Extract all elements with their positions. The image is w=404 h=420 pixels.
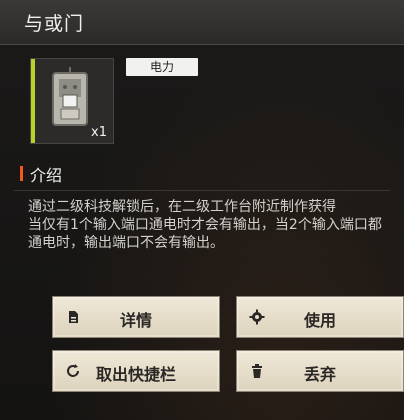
details-button-label: 详情 (119, 311, 152, 330)
description-line-2: 当仅有1个输入端口通电时才会有输出，当2个输入端口都通电时，输出端口不会有输出。 (28, 217, 382, 251)
remove-from-hotbar-button[interactable]: 取出快捷栏 (52, 350, 220, 392)
use-button[interactable]: 使用 (236, 296, 404, 338)
discard-button-label: 丢弃 (303, 365, 336, 384)
category-tag: 电力 (126, 58, 198, 76)
divider (14, 190, 390, 191)
item-slot[interactable]: x1 (30, 58, 114, 144)
discard-button[interactable]: 丢弃 (236, 350, 404, 392)
panel-title: 与或门 (24, 13, 85, 35)
item-description: 通过二级科技解锁后，在二级工作台附近制作获得 当仅有1个输入端口通电时才会有输出… (28, 198, 388, 252)
item-detail-panel: 与或门 x1 电力 介绍 通过二级科技解锁后，在二级工作台附近制作获得 当仅有1… (0, 0, 404, 420)
section-title: 介绍 (30, 166, 63, 185)
description-line-1: 通过二级科技解锁后，在二级工作台附近制作获得 (28, 199, 336, 215)
details-button[interactable]: 详情 (52, 296, 220, 338)
section-marker (20, 166, 23, 181)
rarity-accent-bar (31, 59, 35, 143)
use-button-label: 使用 (303, 311, 336, 330)
title-bar: 与或门 (0, 0, 404, 45)
item-quantity: x1 (91, 125, 107, 140)
remove-from-hotbar-label: 取出快捷栏 (95, 365, 176, 384)
